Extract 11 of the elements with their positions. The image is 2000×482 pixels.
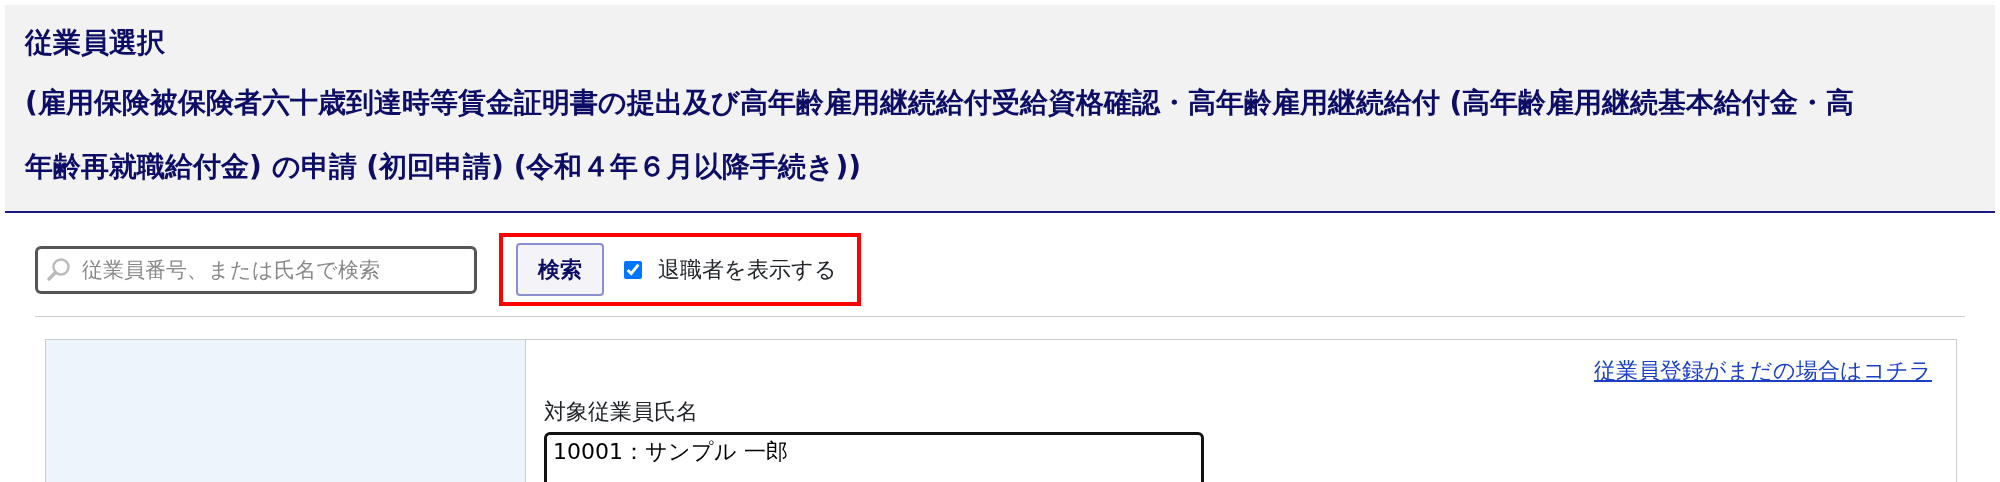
search-field[interactable]: 従業員番号、または氏名で検索 (35, 245, 477, 294)
list-option[interactable]: 10001：サンプル 一郎 (551, 437, 1197, 468)
page-subtitle: (雇用保険被保険者六十歳到達時等賃金証明書の提出及び高年齢雇用継続給付受給資格確認・高年齢雇用継続給付 (高年齢雇用継続基本給付金・高年齢再就職給付金) の申請 (初回申請) (令和４年６月以降手続き)) (25, 85, 1856, 185)
field-label: 対象従業員氏名 (544, 398, 699, 426)
search-icon (46, 256, 72, 283)
checkbox[interactable] (624, 260, 642, 279)
register-link[interactable]: 従業員登録がまだの場合はコチラ (1594, 358, 1932, 383)
checkbox-label: 退職者を表示する (658, 256, 837, 284)
employee-listbox[interactable]: 10001：サンプル 一郎 (544, 432, 1204, 482)
page-title: 従業員選択 (25, 25, 166, 61)
search-button[interactable]: 検索 (516, 243, 604, 296)
